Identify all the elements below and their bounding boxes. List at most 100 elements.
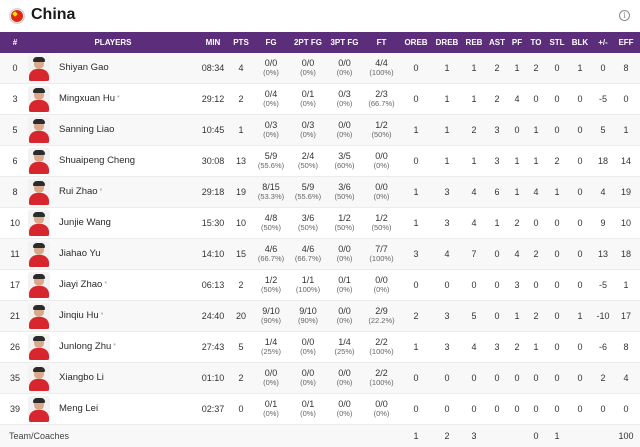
- stat-ft: 0/0 (0%): [363, 394, 400, 424]
- stat-blk: 0: [577, 373, 583, 383]
- col-oreb[interactable]: OREB: [400, 32, 432, 53]
- player-name[interactable]: Mingxuan Hu: [59, 94, 115, 104]
- player-name[interactable]: Meng Lei: [59, 404, 98, 414]
- stat-pf: 1: [514, 311, 520, 321]
- player-name[interactable]: Jinqiu Hu: [59, 311, 99, 321]
- info-icon[interactable]: i: [619, 10, 630, 21]
- stat-to: 0: [533, 404, 539, 414]
- col-3pt-fg[interactable]: 3PT FG: [327, 32, 362, 53]
- col-blk[interactable]: BLK: [568, 32, 592, 53]
- player-name[interactable]: Shuaipeng Cheng: [59, 156, 135, 166]
- stat-3pt-fg: 0/0 (0%): [327, 115, 362, 145]
- col-reb[interactable]: REB: [462, 32, 486, 53]
- col-dreb[interactable]: DREB: [432, 32, 462, 53]
- player-name[interactable]: Junjie Wang: [59, 218, 111, 228]
- stat-3pt-fg-pct: (0%): [336, 316, 353, 325]
- team-eff: 100: [618, 431, 634, 441]
- player-name[interactable]: Junlong Zhu: [59, 342, 111, 352]
- stat-3pt-fg-made-attempted: 0/0: [338, 399, 351, 409]
- player-cell[interactable]: Shiyan Gao: [28, 53, 198, 83]
- stat-stl: 0: [554, 342, 560, 352]
- stat-3pt-fg: 0/3 (0%): [327, 84, 362, 114]
- stat-2pt-fg-pct: (66.7%): [294, 254, 322, 263]
- stat-fg: 4/6 (66.7%): [254, 239, 288, 269]
- col-pf[interactable]: PF: [508, 32, 526, 53]
- player-name[interactable]: Jiayi Zhao: [59, 280, 102, 290]
- table-row[interactable]: 3 Mingxuan Hu * 29:12 2 0/4 (0%) 0/1 (0%) 0/3 (0…: [0, 84, 640, 115]
- player-cell[interactable]: Shuaipeng Cheng: [28, 146, 198, 176]
- player-cell[interactable]: Mingxuan Hu *: [28, 84, 198, 114]
- player-cell[interactable]: Rui Zhao *: [28, 177, 198, 207]
- player-name[interactable]: Shiyan Gao: [59, 63, 109, 73]
- stat-ft: 0/0 (0%): [363, 177, 400, 207]
- player-cell[interactable]: Junjie Wang: [28, 208, 198, 238]
- table-row[interactable]: 5 Sanning Liao 10:45 1 0/3 (0%) 0/3 (0%) 0/0 (0…: [0, 115, 640, 146]
- stat-fg-made-attempted: 4/8: [264, 213, 278, 223]
- player-cell[interactable]: Sanning Liao: [28, 115, 198, 145]
- player-cell[interactable]: Jinqiu Hu *: [28, 301, 198, 331]
- table-row[interactable]: 39 Meng Lei 02:37 0 0/1 (0%) 0/1 (0%) 0/0 (0%) 0…: [0, 394, 640, 425]
- player-name[interactable]: Rui Zhao: [59, 187, 98, 197]
- stat-fg-made-attempted: 4/6: [264, 244, 278, 254]
- player-number: 3: [12, 94, 18, 104]
- stat-min: 08:34: [201, 63, 225, 73]
- table-row[interactable]: 10 Junjie Wang 15:30 10 4/8 (50%) 3/6 (50%) 1/…: [0, 208, 640, 239]
- stat-3pt-fg-pct: (0%): [336, 409, 353, 418]
- stat-ft-pct: (100%): [369, 378, 394, 387]
- col-to[interactable]: TO: [526, 32, 546, 53]
- stat-3pt-fg-made-attempted: 0/0: [338, 368, 351, 378]
- player-cell[interactable]: Xiangbo Li: [28, 363, 198, 393]
- table-row[interactable]: 26 Junlong Zhu * 27:43 5 1/4 (25%) 0/0 (0%) 1/4…: [0, 332, 640, 363]
- stat-ft: 4/4 (100%): [363, 53, 400, 83]
- player-cell[interactable]: Junlong Zhu *: [28, 332, 198, 362]
- table-row[interactable]: 11 Jiahao Yu 14:10 15 4/6 (66.7%) 4/6 (66.7%)…: [0, 239, 640, 270]
- col-number[interactable]: #: [0, 32, 30, 53]
- player-cell[interactable]: Meng Lei: [28, 394, 198, 424]
- col-ast[interactable]: AST: [486, 32, 508, 53]
- stat-oreb: 2: [413, 311, 419, 321]
- stat-min: 30:08: [201, 156, 225, 166]
- stat-to: 2: [533, 311, 539, 321]
- stat-reb: 0: [471, 404, 477, 414]
- table-row[interactable]: 35 Xiangbo Li 01:10 2 0/0 (0%) 0/0 (0%) 0/0 (0%…: [0, 363, 640, 394]
- table-row[interactable]: 8 Rui Zhao * 29:18 19 8/15 (53.3%) 5/9 (55.6%)…: [0, 177, 640, 208]
- table-row[interactable]: 21 Jinqiu Hu * 24:40 20 9/10 (90%) 9/10 (90%) 0…: [0, 301, 640, 332]
- player-number: 26: [9, 342, 20, 352]
- col-pts[interactable]: PTS: [229, 32, 253, 53]
- stat-oreb: 3: [413, 249, 419, 259]
- stat-min: 29:12: [201, 94, 225, 104]
- col-fg[interactable]: FG: [254, 32, 288, 53]
- table-row[interactable]: 6 Shuaipeng Cheng 30:08 13 5/9 (55.6%) 2/4 (5…: [0, 146, 640, 177]
- stat-3pt-fg-pct: (60%): [334, 161, 355, 170]
- stat-ft-pct: (50%): [371, 130, 392, 139]
- player-name[interactable]: Sanning Liao: [59, 125, 114, 135]
- stat-pf: 1: [514, 156, 520, 166]
- player-cell[interactable]: Jiayi Zhao *: [28, 270, 198, 300]
- stat-fg-made-attempted: 0/4: [264, 89, 278, 99]
- stat-2pt-fg-pct: (0%): [300, 347, 316, 356]
- player-number: 10: [9, 218, 20, 228]
- stat-fg: 0/0 (0%): [254, 53, 288, 83]
- col-players[interactable]: PLAYERS: [28, 32, 198, 53]
- stat-ft-pct: (22.2%): [368, 316, 395, 325]
- stat-eff: 19: [620, 187, 631, 197]
- col-plus-minus[interactable]: +/-: [592, 32, 614, 53]
- col-min[interactable]: MIN: [197, 32, 229, 53]
- stat-pm: -10: [596, 311, 610, 321]
- stat-ft: 2/9 (22.2%): [363, 301, 400, 331]
- table-row[interactable]: 17 Jiayi Zhao * 06:13 2 1/2 (50%) 1/1 (100%) 0/…: [0, 270, 640, 301]
- col-ft[interactable]: FT: [363, 32, 400, 53]
- stat-ft-made-attempted: 1/2: [375, 120, 388, 130]
- col-stl[interactable]: STL: [546, 32, 568, 53]
- stat-ft-made-attempted: 1/2: [375, 213, 388, 223]
- player-cell[interactable]: Jiahao Yu: [28, 239, 198, 269]
- stat-ft: 2/2 (100%): [363, 332, 400, 362]
- player-name[interactable]: Xiangbo Li: [59, 373, 104, 383]
- player-name[interactable]: Jiahao Yu: [59, 249, 101, 259]
- col-2pt-fg[interactable]: 2PT FG: [290, 32, 326, 53]
- col-eff[interactable]: EFF: [614, 32, 638, 53]
- table-row[interactable]: 0 Shiyan Gao 08:34 4 0/0 (0%) 0/0 (0%) 0/0 (0%)…: [0, 53, 640, 84]
- stat-fg-made-attempted: 1/4: [264, 337, 278, 347]
- stat-ft-pct: (100%): [369, 68, 394, 77]
- stat-3pt-fg-pct: (0%): [336, 254, 353, 263]
